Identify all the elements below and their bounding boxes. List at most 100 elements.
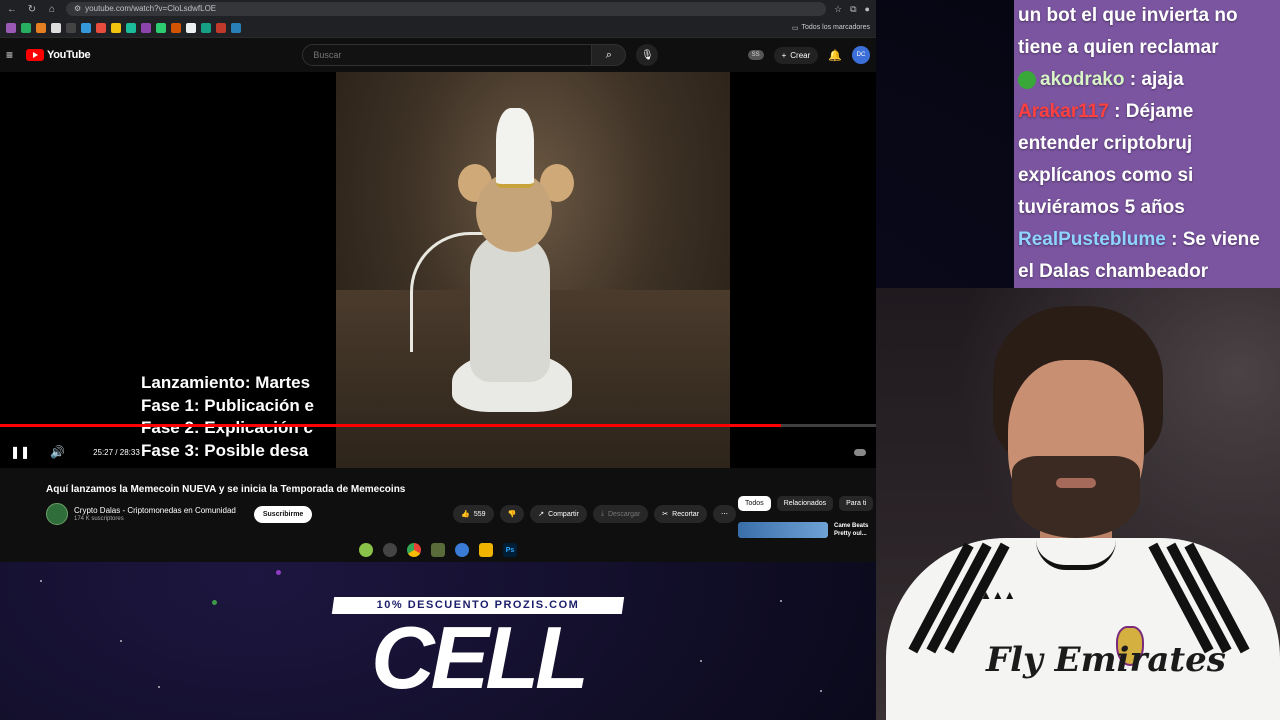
chat-text: tuviéramos 5 años [1018, 197, 1185, 218]
volume-icon[interactable]: 🔊 [50, 445, 65, 459]
player-controls: ❚❚ 🔊 25:27 / 28:33 [0, 438, 876, 466]
clip-label: Recortar [672, 510, 699, 518]
mic-icon[interactable]: 🎙 [636, 44, 659, 66]
youtube-logo[interactable]: YouTube [26, 49, 91, 61]
time-display: 25:27 / 28:33 [93, 447, 140, 457]
thumb-down-icon: 👎 [507, 511, 517, 518]
channel-name[interactable]: Crypto Dalas - Criptomonedas en Comunida… [74, 506, 236, 515]
subtitle-line: Fase 1: Publicación e [141, 395, 314, 415]
create-button[interactable]: + Crear [773, 46, 819, 64]
chat-text: explícanos como si [1018, 165, 1194, 186]
bell-icon[interactable]: 🔔 [828, 49, 842, 62]
more-actions-button[interactable]: ⋯ [713, 505, 736, 523]
overlay-clip-mouse [336, 72, 730, 468]
taskbar-app-icon[interactable] [455, 543, 469, 557]
chip-para-ti[interactable]: Para ti [839, 496, 874, 511]
create-label: Crear [790, 50, 811, 60]
star [40, 580, 42, 582]
promo-headline: CELL [371, 608, 589, 707]
chat-line: explícanos como si [1018, 160, 1276, 192]
bookmark-icon[interactable] [216, 22, 226, 33]
bookmark-icon[interactable] [156, 22, 166, 33]
bookmark-icon[interactable] [186, 22, 196, 33]
progress-bar[interactable] [0, 424, 876, 427]
bookmark-icon[interactable] [201, 22, 211, 33]
bookmark-icon[interactable] [171, 22, 181, 33]
channel-avatar[interactable] [46, 503, 68, 525]
chip-todos[interactable]: Todos [738, 496, 771, 511]
bookmark-icon[interactable] [141, 22, 151, 33]
taskbar-app-icon[interactable] [359, 543, 373, 557]
like-count: 559 [473, 510, 486, 518]
taskbar-app-icon[interactable] [431, 543, 445, 557]
folder-icon: ▭ [791, 24, 799, 32]
folder-icon[interactable] [479, 543, 493, 557]
address-bar[interactable]: ⚙ youtube.com/watch?v=CloLsdwfLOE [66, 2, 826, 16]
bookmark-icon[interactable] [21, 22, 31, 33]
star [700, 660, 702, 662]
taskbar-app-icon[interactable] [383, 543, 397, 557]
search-icon[interactable]: ⌕ [592, 44, 627, 66]
streamer-mouth [1056, 478, 1096, 488]
bookmarks-bar: ▭ Todos los marcadores [0, 18, 876, 38]
bookmark-icon[interactable] [51, 22, 61, 33]
scissors-icon: ✂ [662, 511, 669, 518]
dislike-button[interactable]: 👎 [499, 505, 525, 523]
subtitle-area: Lanzamiento: Martes Fase 1: Publicación … [0, 72, 336, 468]
ss-badge: SS [747, 50, 764, 60]
bookmark-icon[interactable] [66, 22, 76, 33]
search-bar: ⌕ [302, 44, 627, 66]
thumb-up-icon: 👍 [461, 511, 470, 518]
profile-icon[interactable]: ● [865, 4, 870, 15]
chat-line: entender criptobruj [1018, 128, 1276, 160]
bookmark-icon[interactable] [36, 22, 46, 33]
extensions-icon[interactable]: ⧉ [850, 4, 856, 15]
bookmark-icon[interactable] [96, 22, 106, 33]
back-icon[interactable]: ← [6, 4, 18, 15]
home-icon[interactable]: ⌂ [46, 4, 58, 15]
progress-fill [0, 424, 781, 427]
account-avatar[interactable]: DC [852, 46, 870, 64]
recommendation-title[interactable]: Came Beats Pretty oul... [834, 522, 876, 538]
all-bookmarks[interactable]: ▭ Todos los marcadores [792, 24, 870, 32]
channel-row: Crypto Dalas - Criptomonedas en Comunida… [46, 503, 736, 525]
chat-text: entender criptobruj [1018, 133, 1193, 154]
bookmark-icon[interactable] [231, 22, 241, 33]
webcam-feed: ▲▲▲ Fly Emirates [876, 288, 1280, 720]
like-button[interactable]: 👍 559 [453, 505, 494, 523]
mouse-body [470, 232, 550, 382]
pause-icon[interactable]: ❚❚ [10, 445, 30, 459]
chat-line: el Dalas chambeador [1018, 256, 1276, 288]
bookmark-star-icon[interactable]: ☆ [834, 4, 842, 15]
bookmark-icon[interactable] [6, 22, 16, 33]
recommendation-item[interactable]: Came Beats Pretty oul... [738, 522, 876, 538]
bookmark-icon[interactable] [126, 22, 136, 33]
taskbar: Ps [0, 538, 876, 562]
streamer-beard [1012, 456, 1140, 538]
video-title: Aquí lanzamos la Memecoin NUEVA y se ini… [46, 484, 406, 495]
chat-line: un bot el que invierta no [1018, 0, 1276, 32]
star [276, 570, 281, 575]
autoplay-toggle[interactable] [854, 448, 866, 456]
menu-icon[interactable]: ≡ [6, 48, 22, 62]
chrome-icon[interactable] [407, 543, 421, 557]
reload-icon[interactable]: ↻ [26, 4, 38, 15]
share-label: Compartir [548, 510, 579, 518]
site-info-icon[interactable]: ⚙ [74, 2, 81, 16]
bookmark-icon[interactable] [111, 22, 121, 33]
recommendation-thumbnail[interactable] [738, 522, 828, 538]
youtube-wordmark: YouTube [47, 49, 91, 61]
search-input[interactable] [302, 44, 593, 66]
download-button[interactable]: ⤓ Descargar [592, 505, 649, 523]
photoshop-icon[interactable]: Ps [503, 543, 517, 557]
youtube-header: ≡ YouTube ⌕ 🎙 SS + Crear 🔔 DC [0, 38, 876, 72]
video-player[interactable]: Lanzamiento: Martes Fase 1: Publicación … [0, 72, 876, 468]
bookmark-icon[interactable] [81, 22, 91, 33]
subscribe-button[interactable]: Suscribirme [253, 505, 313, 523]
clip-button[interactable]: ✂ Recortar [654, 505, 707, 523]
subtitle-line: Fase 2: Explicación c [141, 418, 313, 437]
chat-username: RealPusteblume [1018, 229, 1166, 250]
subtitle-line: Lanzamiento: Martes [141, 373, 311, 392]
chip-relacionados[interactable]: Relacionados [776, 496, 834, 511]
share-button[interactable]: ↗ Compartir [530, 505, 587, 523]
